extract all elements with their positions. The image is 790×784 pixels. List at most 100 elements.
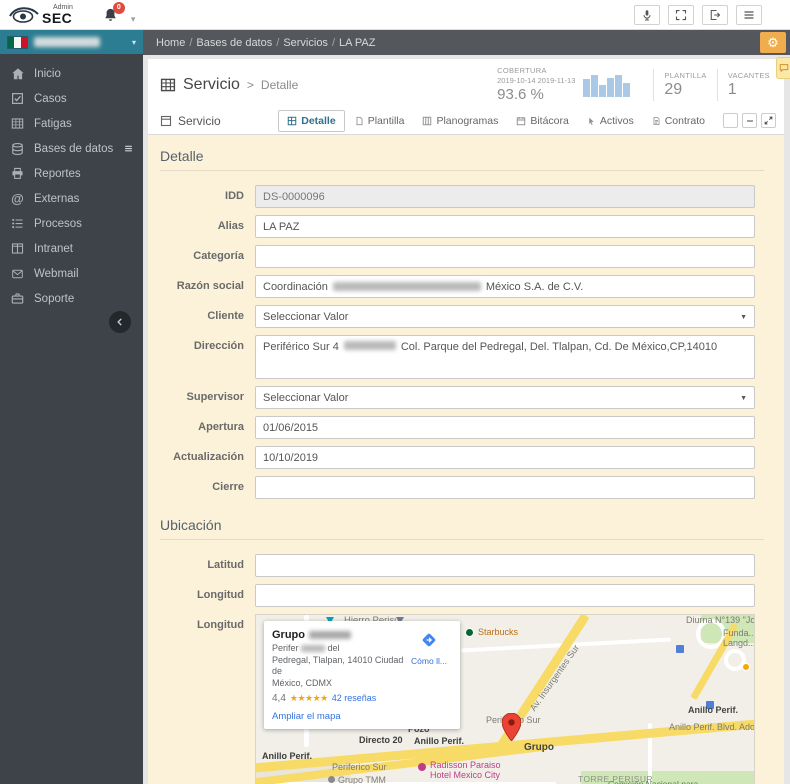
tab-detalle[interactable]: Detalle xyxy=(278,109,345,132)
enlarge-map-link[interactable]: Ampliar el mapa xyxy=(272,711,406,722)
star-rating-icon: ★★★★★ xyxy=(289,692,328,703)
redacted-text xyxy=(332,282,481,291)
map-poi-icon xyxy=(742,663,750,671)
microphone-icon xyxy=(641,9,653,22)
main-content: Servicio > Detalle COBERTURA 2019-10-14 … xyxy=(143,55,790,784)
direccion-label: Dirección xyxy=(193,340,244,352)
cierre-field[interactable] xyxy=(255,476,755,499)
gear-icon: ⚙ xyxy=(767,34,779,50)
longitud-label: Longitud xyxy=(196,589,244,601)
breadcrumb-home[interactable]: Home xyxy=(156,37,185,49)
panel-blank-button[interactable] xyxy=(723,113,738,128)
alias-field[interactable] xyxy=(255,215,755,238)
diagonal-arrows-icon xyxy=(764,116,773,125)
app-logo[interactable]: Admin SEC xyxy=(8,4,73,25)
map-label: Grupo xyxy=(524,742,554,753)
servicio-panel: Servicio > Detalle COBERTURA 2019-10-14 … xyxy=(148,59,784,784)
map-poi-icon xyxy=(328,776,335,783)
actualizacion-field[interactable] xyxy=(255,446,755,469)
menu-button[interactable] xyxy=(736,5,762,25)
map-label: Hotel Mexico City xyxy=(430,770,501,780)
apertura-field[interactable] xyxy=(255,416,755,439)
top-bar: Admin SEC 0 ▾ xyxy=(0,0,790,30)
alias-label: Alias xyxy=(217,220,244,232)
sidebar-item-bases-de-datos[interactable]: Bases de datos xyxy=(0,136,143,161)
user-menu-caret-icon[interactable]: ▾ xyxy=(131,14,136,25)
razon-social-field[interactable]: Coordinación México S.A. de C.V. xyxy=(255,275,755,298)
cobertura-block: COBERTURA 2019-10-14 2019-11-13 93.6 % xyxy=(497,66,576,103)
map-label: Anillo Perif. xyxy=(414,736,465,746)
longitud-field[interactable] xyxy=(255,584,755,607)
idd-label: IDD xyxy=(225,190,244,202)
notifications-button[interactable]: 0 xyxy=(103,1,125,23)
sidebar-user-menu[interactable]: ▾ xyxy=(0,30,143,54)
page-title: Servicio xyxy=(183,75,240,93)
actualizacion-label: Actualización xyxy=(173,451,244,463)
settings-button[interactable]: ⚙ xyxy=(760,32,786,53)
panel-icon xyxy=(160,115,172,127)
table-icon xyxy=(10,117,25,130)
reviews-link[interactable]: 42 reseñas xyxy=(332,693,377,703)
breadcrumb-servicios[interactable]: Servicios xyxy=(283,37,328,49)
tab-activos[interactable]: Activos xyxy=(579,111,642,131)
map-info-card: Grupo Perifer del Pedregal, Tlalpan, 140… xyxy=(264,621,460,729)
sidebar-item-casos[interactable]: Casos xyxy=(0,86,143,111)
map-label: Diurna N°139 "Jos... xyxy=(686,615,755,625)
hotel-icon xyxy=(418,763,426,771)
google-map[interactable]: Hierro Perisur Starbucks Av. Insurgentes… xyxy=(255,614,755,784)
map-pin-icon[interactable] xyxy=(502,713,521,741)
tab-contrato[interactable]: Contrato xyxy=(644,111,713,131)
cobertura-dates: 2019-10-14 2019-11-13 xyxy=(497,75,576,85)
sidebar-item-procesos[interactable]: Procesos xyxy=(0,211,143,236)
tab-planogramas[interactable]: Planogramas xyxy=(414,111,506,131)
idd-field[interactable] xyxy=(255,185,755,208)
section-ubicacion: Ubicación xyxy=(160,517,764,540)
printer-icon xyxy=(10,167,25,180)
categoria-label: Categoría xyxy=(193,250,244,262)
supervisor-select[interactable]: Seleccionar Valor ▼ xyxy=(255,386,755,409)
sidebar-item-reportes[interactable]: Reportes xyxy=(0,161,143,186)
chevron-down-icon: ▾ xyxy=(131,37,136,47)
microphone-button[interactable] xyxy=(634,5,660,25)
sidebar-item-webmail[interactable]: Webmail xyxy=(0,261,143,286)
home-icon xyxy=(10,67,25,81)
panel-expand-button[interactable] xyxy=(761,113,776,128)
fullscreen-button[interactable] xyxy=(668,5,694,25)
comment-bubble-icon xyxy=(779,63,789,73)
minus-icon xyxy=(746,117,754,125)
tab-plantilla[interactable]: Plantilla xyxy=(347,111,413,131)
map-card-title: Grupo xyxy=(272,629,406,641)
sidebar: ▾ Inicio Casos Fatigas Bases de datos Re… xyxy=(0,30,143,784)
tab-bar: Servicio Detalle Plantilla Planogramas B… xyxy=(148,107,784,135)
cliente-label: Cliente xyxy=(207,310,244,322)
breadcrumb-current: LA PAZ xyxy=(339,36,376,49)
list-icon xyxy=(10,217,25,230)
breadcrumb-bases[interactable]: Bases de datos xyxy=(196,37,272,49)
transit-station-icon xyxy=(676,645,684,653)
notification-badge: 0 xyxy=(112,1,125,14)
pointer-icon xyxy=(587,116,596,126)
panel-minimize-button[interactable] xyxy=(742,113,757,128)
database-icon xyxy=(10,142,25,156)
cobertura-value: 93.6 % xyxy=(497,85,544,103)
cliente-select[interactable]: Seleccionar Valor ▼ xyxy=(255,305,755,328)
sidebar-collapse-button[interactable] xyxy=(109,311,131,333)
directions-button[interactable]: Cómo ll... xyxy=(406,629,452,722)
sidebar-item-externas[interactable]: @ Externas xyxy=(0,186,143,211)
map-label: Radisson Paraiso xyxy=(430,760,501,770)
panel-header: Servicio > Detalle COBERTURA 2019-10-14 … xyxy=(148,59,784,107)
direccion-field[interactable]: Periférico Sur 4 Col. Parque del Pedrega… xyxy=(255,335,755,379)
categoria-field[interactable] xyxy=(255,245,755,268)
plantilla-value: 29 xyxy=(664,80,683,98)
vacantes-value: 1 xyxy=(727,80,737,98)
sidebar-item-inicio[interactable]: Inicio xyxy=(0,61,143,86)
sign-out-button[interactable] xyxy=(702,5,728,25)
razon-social-label: Razón social xyxy=(176,280,244,292)
latitud-field[interactable] xyxy=(255,554,755,577)
sidebar-item-soporte[interactable]: Soporte xyxy=(0,286,143,311)
map-label: Starbucks xyxy=(478,627,519,637)
comments-tab-button[interactable] xyxy=(776,57,790,79)
tab-bitacora[interactable]: Bitácora xyxy=(508,111,577,131)
sidebar-item-fatigas[interactable]: Fatigas xyxy=(0,111,143,136)
sidebar-item-intranet[interactable]: Intranet xyxy=(0,236,143,261)
